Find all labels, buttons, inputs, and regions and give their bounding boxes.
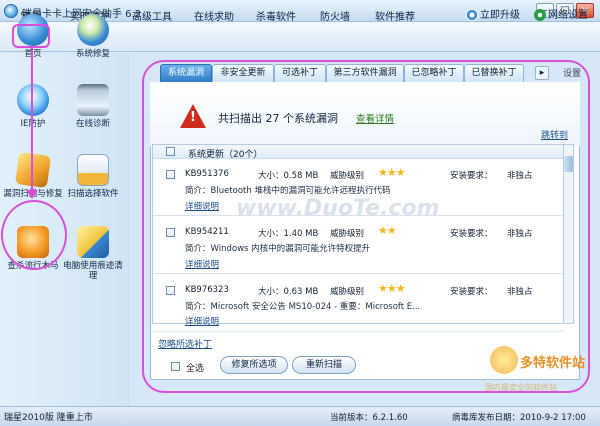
watermark-logo-icon [490,346,518,374]
network-settings-label: 网络设置 [548,10,588,21]
watermark-brand: 多特软件站 [520,356,586,371]
annotation-arrow-head-icon [26,190,38,199]
menu-advanced-tools[interactable]: 高级工具 [132,8,172,23]
sidebar-item-label: 首页 [2,49,64,59]
watermark-text: www.DuoTe.com [236,196,440,221]
vulnerability-scan-icon [14,151,52,189]
sidebar-item-scan-select[interactable]: 扫描选择软件 [62,150,124,218]
menu-software-recommend[interactable]: 软件推荐 [375,8,415,23]
sidebar-item-system-repair[interactable]: 系统修复 [62,10,124,78]
current-version: 当前版本：6.2.1.60 [330,413,408,423]
system-repair-icon [77,14,109,46]
online-diagnosis-icon [77,84,109,116]
promo-link[interactable]: 瑞星2010版 隆重上市 [4,410,93,423]
sidebar-item-label: 电脑使用痕迹清理 [63,261,123,281]
upgrade-label: 立即升级 [480,10,520,21]
network-icon [534,9,546,21]
annotation-arrow-line [31,48,33,196]
upgrade-icon [466,9,478,21]
menu-firewall[interactable]: 防火墙 [320,8,350,23]
scan-select-icon [77,154,109,186]
annotation-ring-main [142,60,590,393]
sidebar-item-label: 扫描选择软件 [67,189,119,199]
sidebar-item-trace-clean[interactable]: 电脑使用痕迹清理 [62,222,124,290]
sidebar-item-label: 系统修复 [75,49,110,59]
upgrade-button[interactable]: 立即升级 [466,6,520,21]
annotation-ring-menu [12,24,50,48]
sidebar-item-label: IE防护 [2,119,64,129]
ie-protection-icon [17,84,49,116]
menu-online-help[interactable]: 在线求助 [194,8,234,23]
sidebar-item-label: 在线诊断 [75,119,110,129]
menu-antivirus[interactable]: 杀毒软件 [256,8,296,23]
sidebar-item-online-diagnosis[interactable]: 在线诊断 [62,80,124,148]
sidebar-item-ie-protection[interactable]: IE防护 [2,80,64,148]
watermark-subtitle: 国内最安全的软件站 [485,383,557,392]
annotation-ring-scan [1,200,67,270]
virus-db-date: 病毒库发布日期：2010-9-2 17:00 [452,413,586,423]
network-settings-button[interactable]: 网络设置 [534,6,588,21]
trace-clean-icon [77,226,109,258]
